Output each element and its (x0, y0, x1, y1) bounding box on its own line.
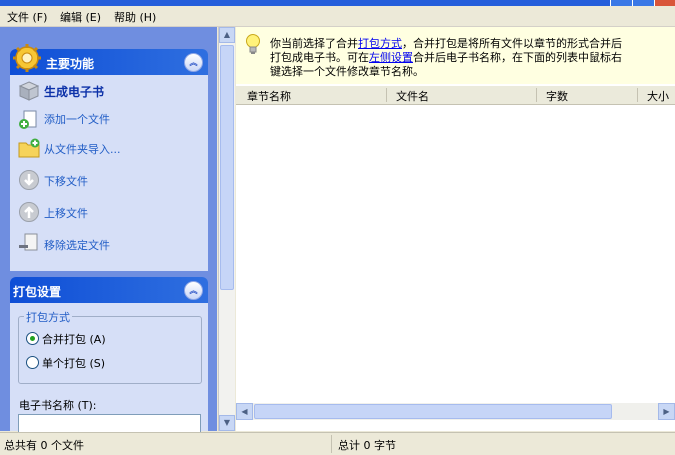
move-up-icon (19, 202, 39, 222)
scroll-down-button[interactable]: ▼ (219, 415, 235, 431)
file-list[interactable] (236, 105, 675, 403)
import-folder-task[interactable]: 从文件夹导入... (44, 141, 121, 157)
status-divider (331, 435, 332, 453)
merge-pack-label[interactable]: 合并打包 (A) (42, 331, 106, 347)
column-divider[interactable] (536, 88, 537, 102)
main-panel-header[interactable]: 主要功能 ︽ (10, 44, 208, 75)
column-word-count[interactable]: 字数 (546, 88, 568, 104)
gear-icon (13, 44, 41, 72)
pack-panel-title: 打包设置 (13, 285, 62, 299)
info-text-4: 合并后电子书名称，在下面的列表中鼠标右 (413, 51, 622, 64)
status-file-count: 总共有 0 个文件 (4, 439, 84, 452)
package-icon (18, 81, 40, 101)
move-up-task[interactable]: 上移文件 (44, 205, 88, 221)
hscroll-thumb[interactable] (254, 404, 612, 419)
single-pack-radio[interactable] (26, 356, 39, 369)
scroll-left-button[interactable]: ◀ (236, 403, 253, 420)
remove-file-task[interactable]: 移除选定文件 (44, 237, 110, 253)
content-area: 你当前选择了合并打包方式，合并打包是将所有文件以章节的形式合并后 打包成电子书。… (236, 27, 675, 431)
lightbulb-icon (246, 34, 260, 54)
scroll-up-button[interactable]: ▲ (219, 27, 235, 43)
menu-edit[interactable]: 编辑 (E) (60, 9, 101, 25)
pack-mode-title: 打包方式 (24, 309, 72, 325)
pack-panel-header[interactable]: 打包设置 ︽ (10, 277, 208, 303)
generate-ebook-task[interactable]: 生成电子书 (44, 83, 104, 100)
single-pack-label[interactable]: 单个打包 (S) (42, 355, 105, 371)
scroll-right-button[interactable]: ▶ (658, 403, 675, 420)
add-file-icon (19, 110, 37, 129)
merge-pack-radio[interactable] (26, 332, 39, 345)
menu-help[interactable]: 帮助 (H) (114, 9, 156, 25)
collapse-pack-panel-icon[interactable]: ︽ (184, 281, 203, 300)
file-list-header: 章节名称 文件名 字数 大小 (236, 86, 675, 105)
menu-bar: 文件 (F) 编辑 (E) 帮助 (H) (0, 6, 675, 27)
add-file-task[interactable]: 添加一个文件 (44, 111, 110, 127)
pack-mode-group (18, 316, 202, 384)
info-line-3: 键选择一个文件修改章节名称。 (270, 65, 424, 78)
move-down-icon (19, 170, 39, 190)
column-size[interactable]: 大小 (647, 88, 669, 104)
column-divider[interactable] (637, 88, 638, 102)
collapse-main-panel-icon[interactable]: ︽ (184, 53, 203, 72)
file-list-hscrollbar[interactable]: ◀ ▶ (236, 403, 675, 420)
info-banner: 你当前选择了合并打包方式，合并打包是将所有文件以章节的形式合并后 打包成电子书。… (236, 27, 675, 84)
ebook-name-input[interactable] (18, 414, 201, 434)
folder-import-icon (18, 138, 40, 158)
status-bar: 总共有 0 个文件 总计 0 字节 (0, 432, 675, 455)
task-pane-scrollbar[interactable]: ▲ ▼ (218, 27, 235, 431)
column-chapter-name[interactable]: 章节名称 (247, 88, 291, 104)
move-down-task[interactable]: 下移文件 (44, 173, 88, 189)
scroll-thumb[interactable] (220, 45, 234, 290)
status-total-bytes: 总计 0 字节 (338, 439, 396, 452)
ebook-name-label: 电子书名称 (T): (19, 399, 97, 412)
menu-file[interactable]: 文件 (F) (7, 9, 47, 25)
main-panel-title: 主要功能 (46, 57, 95, 71)
remove-file-icon (19, 233, 38, 251)
column-file-name[interactable]: 文件名 (396, 88, 429, 104)
column-divider[interactable] (386, 88, 387, 102)
